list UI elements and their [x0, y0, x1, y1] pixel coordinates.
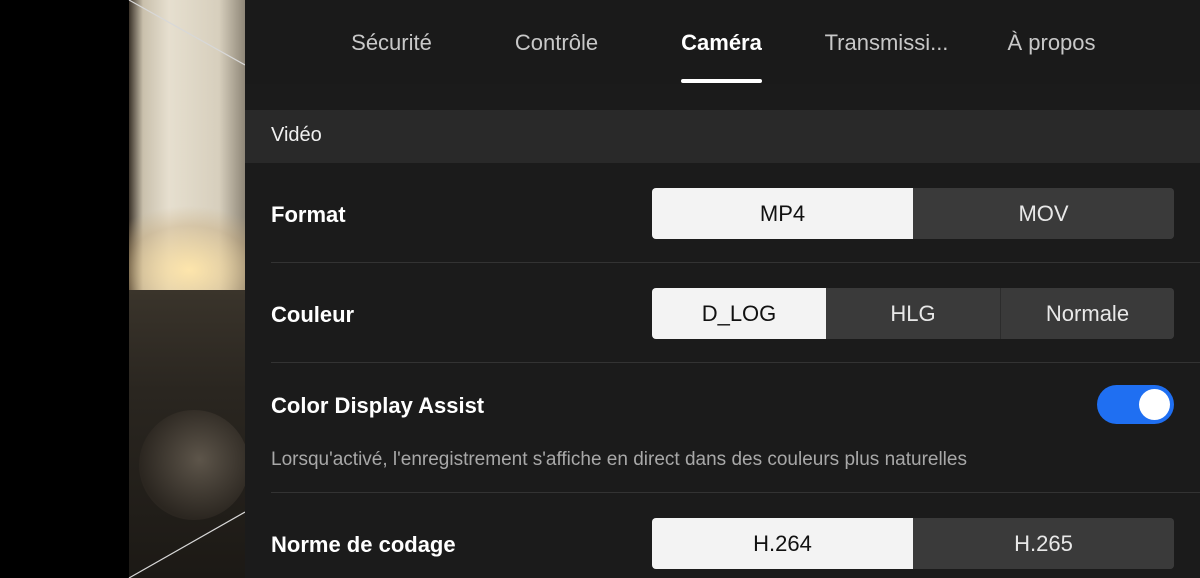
preview-guide-lines	[128, 0, 245, 578]
codage-option-h265[interactable]: H.265	[913, 518, 1174, 569]
tab-securite[interactable]: Sécurité	[315, 0, 468, 84]
settings-panel: Sécurité Contrôle Caméra Transmissi... À…	[245, 0, 1200, 578]
active-tab-indicator	[681, 79, 762, 83]
divider	[271, 362, 1200, 363]
codage-option-h264[interactable]: H.264	[652, 518, 913, 569]
couleur-label: Couleur	[271, 302, 355, 327]
format-label: Format	[271, 202, 346, 227]
divider	[271, 262, 1200, 263]
codage-segmented-control: H.264 H.265	[652, 518, 1174, 569]
format-segmented-control: MP4 MOV	[652, 188, 1174, 239]
tab-bar: Sécurité Contrôle Caméra Transmissi... À…	[245, 0, 1200, 84]
couleur-option-hlg[interactable]: HLG	[826, 288, 1000, 339]
tab-a-propos[interactable]: À propos	[975, 0, 1128, 84]
format-option-mov[interactable]: MOV	[913, 188, 1174, 239]
couleur-segmented-control: D_LOG HLG Normale	[652, 288, 1174, 339]
couleur-option-dlog[interactable]: D_LOG	[652, 288, 826, 339]
format-option-mp4[interactable]: MP4	[652, 188, 913, 239]
tab-transmission[interactable]: Transmissi...	[810, 0, 963, 84]
color-display-assist-label: Color Display Assist	[271, 393, 485, 418]
section-header-video: Vidéo	[245, 110, 1200, 163]
tab-camera[interactable]: Caméra	[645, 0, 798, 84]
camera-preview	[0, 0, 245, 578]
tab-controle[interactable]: Contrôle	[480, 0, 633, 84]
toggle-knob	[1139, 389, 1170, 420]
color-display-assist-description: Lorsqu'activé, l'enregistrement s'affich…	[271, 449, 967, 470]
couleur-option-normale[interactable]: Normale	[1000, 288, 1174, 339]
section-title: Vidéo	[271, 124, 322, 146]
color-display-assist-toggle[interactable]	[1097, 385, 1174, 424]
divider	[271, 492, 1200, 493]
codage-label: Norme de codage	[271, 532, 456, 557]
